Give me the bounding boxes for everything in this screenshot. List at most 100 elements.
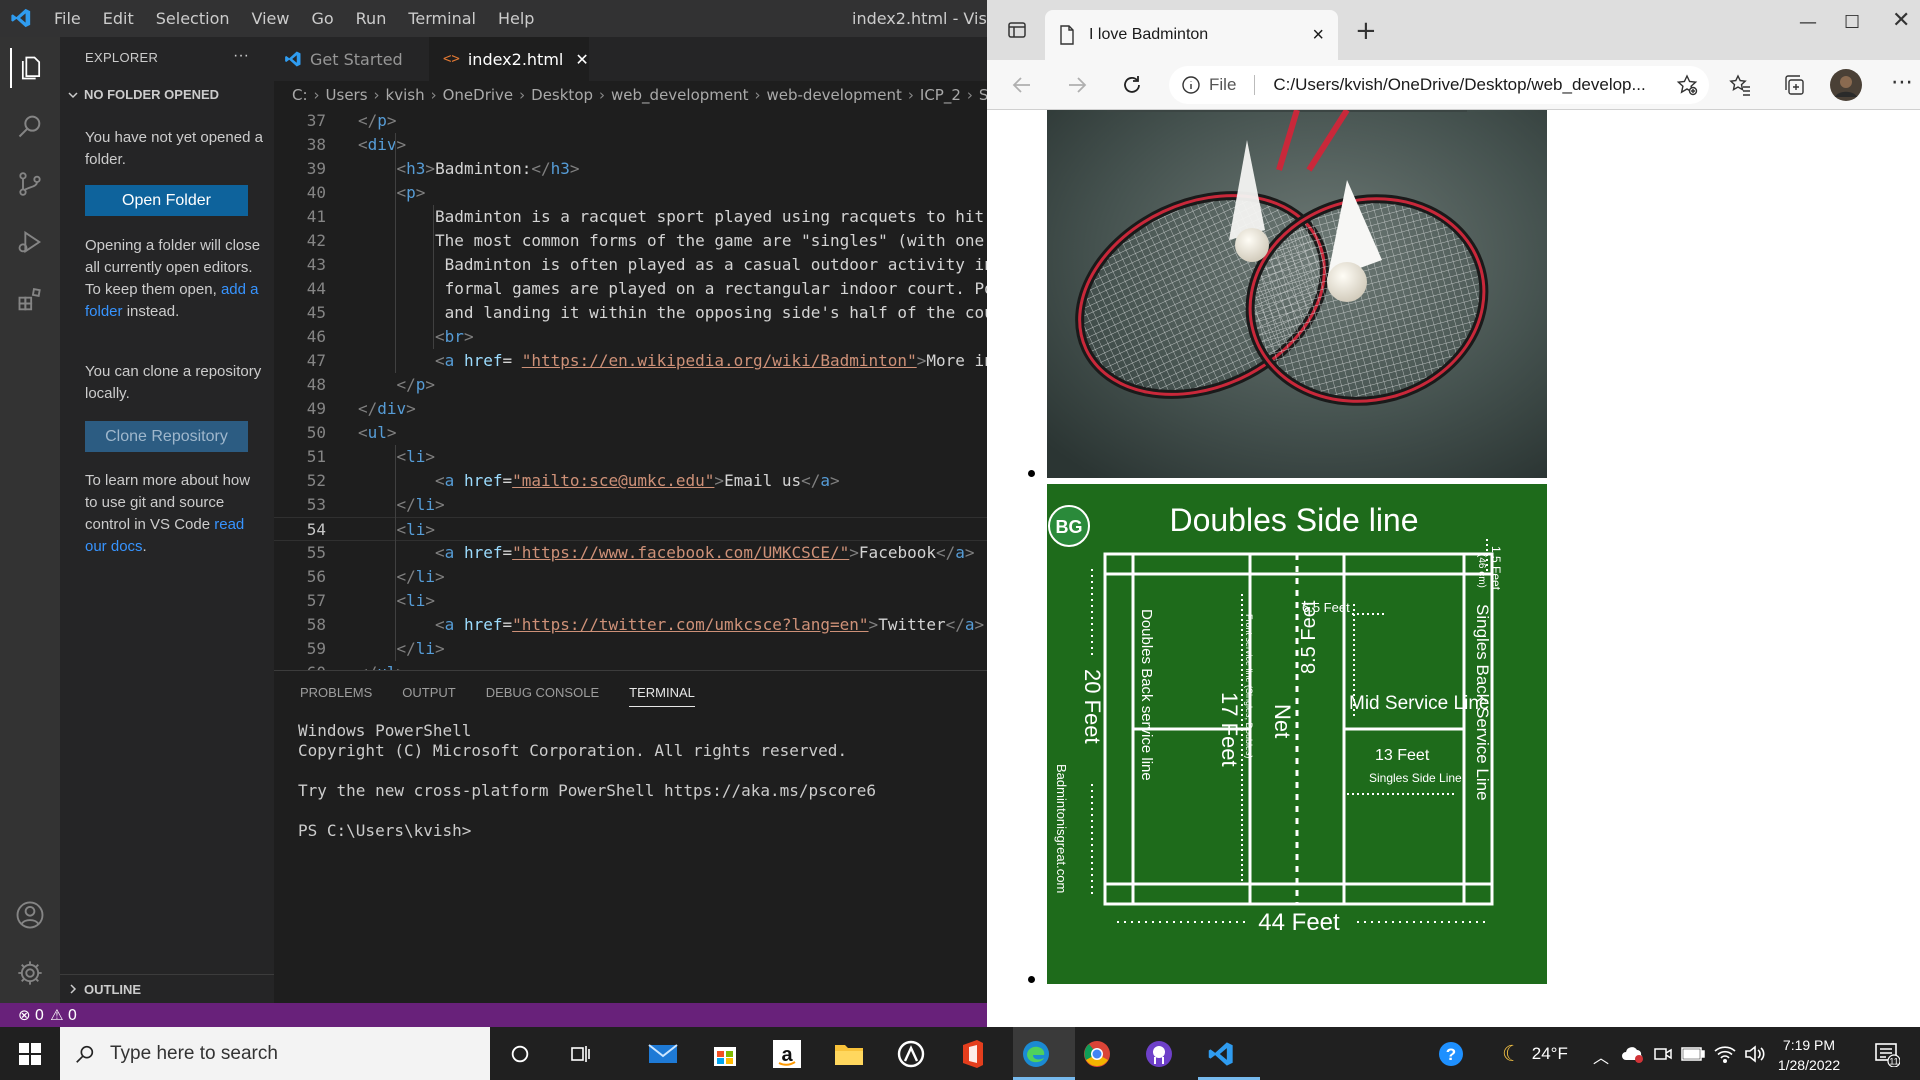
tab-actions-icon[interactable] [1007,20,1027,40]
code-line[interactable]: 59 </li> [274,637,987,661]
menu-help[interactable]: Help [498,9,534,28]
minimize-icon[interactable]: — [1799,12,1817,33]
settings-more-icon[interactable]: ⋯ [1891,70,1913,95]
error-count[interactable]: 0 [35,1006,45,1024]
code-line[interactable]: 54 <li> [274,517,987,541]
breadcrumb-item[interactable]: OneDrive [443,86,514,104]
meet-now-icon[interactable] [1646,1037,1680,1071]
code-line[interactable]: 39 <h3>Badminton:</h3> [274,157,987,181]
mail-icon[interactable] [646,1037,680,1071]
close-tab-icon[interactable]: ✕ [575,50,588,69]
code-line[interactable]: 60 </ul> [274,661,987,670]
tab-terminal[interactable]: TERMINAL [629,685,695,707]
more-actions-icon[interactable]: ··· [233,47,249,65]
code-line[interactable]: 42 The most common forms of the game are … [274,229,987,253]
code-editor[interactable]: 37 </p> 38 <div> 39 <h3>Badminton:</h3> 40 <p> 4… [274,109,987,670]
clone-repository-button[interactable]: Clone Repository [85,421,248,452]
windows-start-icon[interactable] [13,1037,47,1071]
error-icon[interactable]: ⊗ [18,1006,31,1024]
profile-avatar[interactable] [1830,69,1862,101]
extensions-icon[interactable] [10,280,50,320]
no-folder-section[interactable]: NO FOLDER OPENED [68,87,219,102]
code-line[interactable]: 37 </p> [274,109,987,133]
breadcrumb-item[interactable]: C: [292,86,308,104]
breadcrumb-item[interactable]: web_development [611,86,748,104]
cortana-icon[interactable] [503,1037,537,1071]
code-line[interactable]: 38 <div> [274,133,987,157]
code-line[interactable]: 55 <a href="https://www.facebook.com/UMKC… [274,541,987,565]
store-icon[interactable] [708,1037,742,1071]
explorer-icon[interactable] [10,48,50,88]
menu-go[interactable]: Go [311,9,333,28]
info-icon[interactable] [1181,75,1201,95]
task-view-icon[interactable] [563,1037,597,1071]
close-window-icon[interactable]: ✕ [1892,8,1910,33]
tab-index2-html[interactable]: <> index2.html ✕ [429,37,589,81]
breadcrumb-item[interactable]: ICP_2 [920,86,961,104]
run-debug-icon[interactable] [10,222,50,262]
tab-output[interactable]: OUTPUT [402,685,455,707]
breadcrumb-item[interactable]: Users [326,86,368,104]
manage-gear-icon[interactable] [10,953,50,993]
search-icon[interactable] [10,106,50,146]
menu-file[interactable]: File [54,9,81,28]
file-explorer-icon[interactable] [832,1037,866,1071]
amazon-icon[interactable]: a [770,1037,804,1071]
tab-problems[interactable]: PROBLEMS [300,685,372,707]
code-line[interactable]: 57 <li> [274,589,987,613]
code-line[interactable]: 44 formal games are played on a rectangul… [274,277,987,301]
taskbar-search[interactable]: Type here to search [60,1027,490,1080]
onedrive-error-icon[interactable] [1616,1037,1650,1071]
back-icon[interactable] [1010,73,1034,97]
code-line[interactable]: 40 <p> [274,181,987,205]
warning-icon[interactable]: ⚠ [50,1006,63,1024]
add-favorite-icon[interactable] [1675,73,1699,97]
breadcrumb-item[interactable]: Desktop [531,86,593,104]
url-field[interactable]: File C:/Users/kvish/OneDrive/Desktop/web… [1169,66,1709,104]
battery-icon[interactable] [1676,1037,1710,1071]
github-app-icon[interactable] [894,1037,928,1071]
github-desktop-icon[interactable] [1142,1037,1176,1071]
refresh-icon[interactable] [1120,73,1144,97]
help-icon[interactable]: ? [1434,1037,1468,1071]
chrome-icon[interactable] [1080,1037,1114,1071]
menu-view[interactable]: View [252,9,290,28]
menu-run[interactable]: Run [356,9,387,28]
breadcrumb-item[interactable]: So [979,86,987,104]
system-clock[interactable]: 7:19 PM 1/28/2022 [1764,1035,1854,1075]
code-line[interactable]: 53 </li> [274,493,987,517]
forward-icon[interactable] [1065,73,1089,97]
warning-count[interactable]: 0 [68,1006,78,1024]
code-line[interactable]: 43 Badminton is often played as a casual … [274,253,987,277]
maximize-icon[interactable]: ☐ [1844,12,1860,33]
collections-icon[interactable] [1782,73,1806,97]
show-hidden-icons[interactable]: ︿ [1584,1039,1618,1073]
breadcrumb-item[interactable]: kvish [386,86,425,104]
tab-get-started[interactable]: Get Started [274,37,429,81]
weather-widget[interactable]: ☾ 24°F [1502,1027,1568,1080]
source-control-icon[interactable] [10,164,50,204]
code-line[interactable]: 41 Badminton is a racquet sport played us… [274,205,987,229]
tab-debug-console[interactable]: DEBUG CONSOLE [486,685,599,707]
wifi-icon[interactable] [1708,1037,1742,1071]
code-line[interactable]: 52 <a href="mailto:sce@umkc.edu">Email us… [274,469,987,493]
open-folder-button[interactable]: Open Folder [85,185,248,216]
favorites-icon[interactable] [1728,73,1752,97]
outline-section[interactable]: OUTLINE [60,974,274,1003]
browser-tab[interactable]: I love Badminton × [1045,10,1338,60]
breadcrumb-item[interactable]: web-development [767,86,902,104]
new-tab-icon[interactable]: + [1355,16,1377,46]
menu-terminal[interactable]: Terminal [408,9,476,28]
notifications-icon[interactable]: 11 [1870,1037,1904,1071]
code-line[interactable]: 56 </li> [274,565,987,589]
code-line[interactable]: 46 <br> [274,325,987,349]
account-icon[interactable] [10,895,50,935]
menu-selection[interactable]: Selection [156,9,230,28]
office-icon[interactable] [956,1037,990,1071]
code-line[interactable]: 47 <a href= "https://en.wikipedia.org/wik… [274,349,987,373]
code-line[interactable]: 45 and landing it within the opposing sid… [274,301,987,325]
code-line[interactable]: 48 </p> [274,373,987,397]
code-line[interactable]: 58 <a href="https://twitter.com/umkcsce?l… [274,613,987,637]
code-line[interactable]: 51 <li> [274,445,987,469]
close-tab-icon[interactable]: × [1312,24,1324,47]
